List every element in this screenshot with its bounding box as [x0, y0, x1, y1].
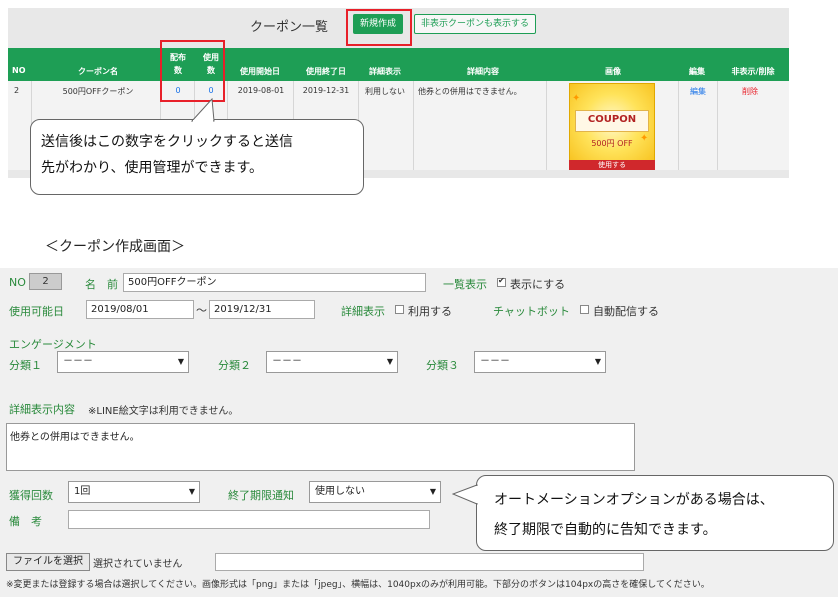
callout-line: オートメーションオプションがある場合は、: [494, 492, 774, 508]
column-header-end: 使用終了日: [306, 67, 346, 76]
remarks-input[interactable]: [68, 510, 430, 529]
chevron-down-icon: ▼: [188, 487, 195, 496]
chevron-down-icon: ▼: [177, 357, 184, 366]
list-display-label: 一覧表示: [443, 278, 487, 291]
column-header-detail-display: 詳細表示: [369, 67, 401, 76]
cell-detail-content: 他券との併用はできません。: [418, 87, 522, 96]
image-notice: ※変更または登録する場合は選択してください。画像形式は「png」または「jpeg…: [6, 580, 710, 590]
callout-bubble-top: 送信後はこの数字をクリックすると送信 先がわかり、使用管理ができます。: [30, 119, 364, 195]
coupon-image-off-text: 500円 OFF: [591, 139, 633, 148]
column-divider: [678, 81, 679, 170]
callout-bubble-bottom: オートメーションオプションがある場合は、 終了期限で自動的に告知できます。: [476, 475, 834, 551]
show-hidden-coupons-button[interactable]: 非表示クーポンも表示する: [414, 14, 536, 34]
list-display-checkbox[interactable]: [497, 276, 506, 287]
category2-label: 分類２: [218, 359, 251, 372]
chatbot-label: チャットボット: [493, 305, 570, 318]
chevron-down-icon: ▼: [594, 357, 601, 366]
column-header-image: 画像: [605, 67, 621, 76]
category3-value: －－－: [480, 356, 510, 367]
acquire-count-value: 1回: [74, 486, 91, 497]
start-date-input[interactable]: 2019/08/01: [86, 300, 194, 319]
chatbot-option: 自動配信する: [593, 305, 659, 318]
callout-line: 送信後はこの数字をクリックすると送信: [41, 134, 293, 150]
column-divider: [546, 81, 547, 170]
column-header-hide-delete: 非表示/削除: [731, 67, 775, 76]
table-header: NO クーポン名 配布 数 使用 数 使用開始日 使用終了日 詳細表示 詳細内容…: [8, 48, 789, 81]
period-label: 使用可能日: [9, 305, 64, 318]
file-path-field[interactable]: [215, 553, 644, 571]
no-label: NO: [9, 276, 26, 289]
expiry-notice-value: 使用しない: [315, 486, 365, 497]
column-header-start: 使用開始日: [240, 67, 280, 76]
callout-pointer-top: [190, 98, 215, 122]
cell-coupon-name: 500円OFFクーポン: [62, 87, 134, 96]
choose-file-button[interactable]: ファイルを選択: [6, 553, 90, 571]
callout-pointer-bottom: [452, 484, 478, 505]
category1-label: 分類１: [9, 359, 42, 372]
chatbot-checkbox[interactable]: [580, 305, 589, 314]
column-divider: [717, 81, 718, 170]
detail-display-option: 利用する: [408, 305, 452, 318]
callout-line: 終了期限で自動的に告知できます。: [494, 522, 717, 538]
remarks-label: 備 考: [9, 515, 42, 528]
cell-no: 2: [14, 86, 20, 95]
category2-value: －－－: [272, 356, 302, 367]
column-header-edit: 編集: [689, 67, 705, 76]
category3-select[interactable]: －－－ ▼: [474, 351, 606, 373]
detail-display-checkbox[interactable]: [395, 305, 404, 314]
coupon-use-button[interactable]: 使用する: [569, 160, 655, 170]
screenshot-stage: クーポン一覧 新規作成 非表示クーポンも表示する NO クーポン名 配布 数 使…: [0, 0, 838, 597]
new-button-highlight-box: [346, 9, 412, 46]
detail-content-textarea[interactable]: 他券との併用はできません。: [6, 423, 635, 471]
category1-value: －－－: [63, 356, 93, 367]
section-title: ＜クーポン作成画面＞: [45, 239, 185, 255]
column-header-no: NO: [12, 66, 26, 75]
expiry-notice-label: 終了期限通知: [228, 489, 294, 502]
name-input[interactable]: 500円OFFクーポン: [123, 273, 426, 292]
column-header-name: クーポン名: [78, 67, 118, 76]
count-columns-highlight-box: [160, 40, 225, 102]
no-field: 2: [29, 273, 62, 290]
callout-line: 先がわかり、使用管理ができます。: [41, 160, 264, 176]
coupon-image-word: COUPON: [587, 114, 637, 125]
chevron-down-icon: ▼: [386, 357, 393, 366]
category2-select[interactable]: －－－ ▼: [266, 351, 398, 373]
column-header-detail-content: 詳細内容: [467, 67, 499, 76]
chevron-down-icon: ▼: [429, 487, 436, 496]
period-tilde: ～: [196, 304, 207, 317]
column-divider: [413, 81, 414, 170]
page-title: クーポン一覧: [250, 20, 329, 35]
detail-content-note: ※LINE絵文字は利用できません。: [88, 406, 239, 417]
name-label: 名 前: [85, 278, 118, 291]
acquire-count-select[interactable]: 1回 ▼: [68, 481, 200, 503]
category1-select[interactable]: －－－ ▼: [57, 351, 189, 373]
cell-start-date: 2019-08-01: [237, 86, 285, 95]
cell-detail-display: 利用しない: [365, 87, 405, 96]
cell-end-date: 2019-12-31: [302, 86, 350, 95]
file-status: 選択されていません: [93, 559, 183, 570]
sparkle-icon: ✦: [572, 93, 581, 104]
delete-link[interactable]: 削除: [736, 86, 764, 97]
list-display-option: 表示にする: [510, 278, 566, 291]
expiry-notice-select[interactable]: 使用しない ▼: [309, 481, 441, 503]
engagement-label: エンゲージメント: [9, 338, 97, 351]
end-date-input[interactable]: 2019/12/31: [209, 300, 315, 319]
detail-content-label: 詳細表示内容: [9, 403, 75, 416]
category3-label: 分類３: [426, 359, 459, 372]
detail-display-label: 詳細表示: [341, 305, 385, 318]
edit-link[interactable]: 編集: [684, 86, 712, 97]
acquire-count-label: 獲得回数: [9, 489, 53, 502]
